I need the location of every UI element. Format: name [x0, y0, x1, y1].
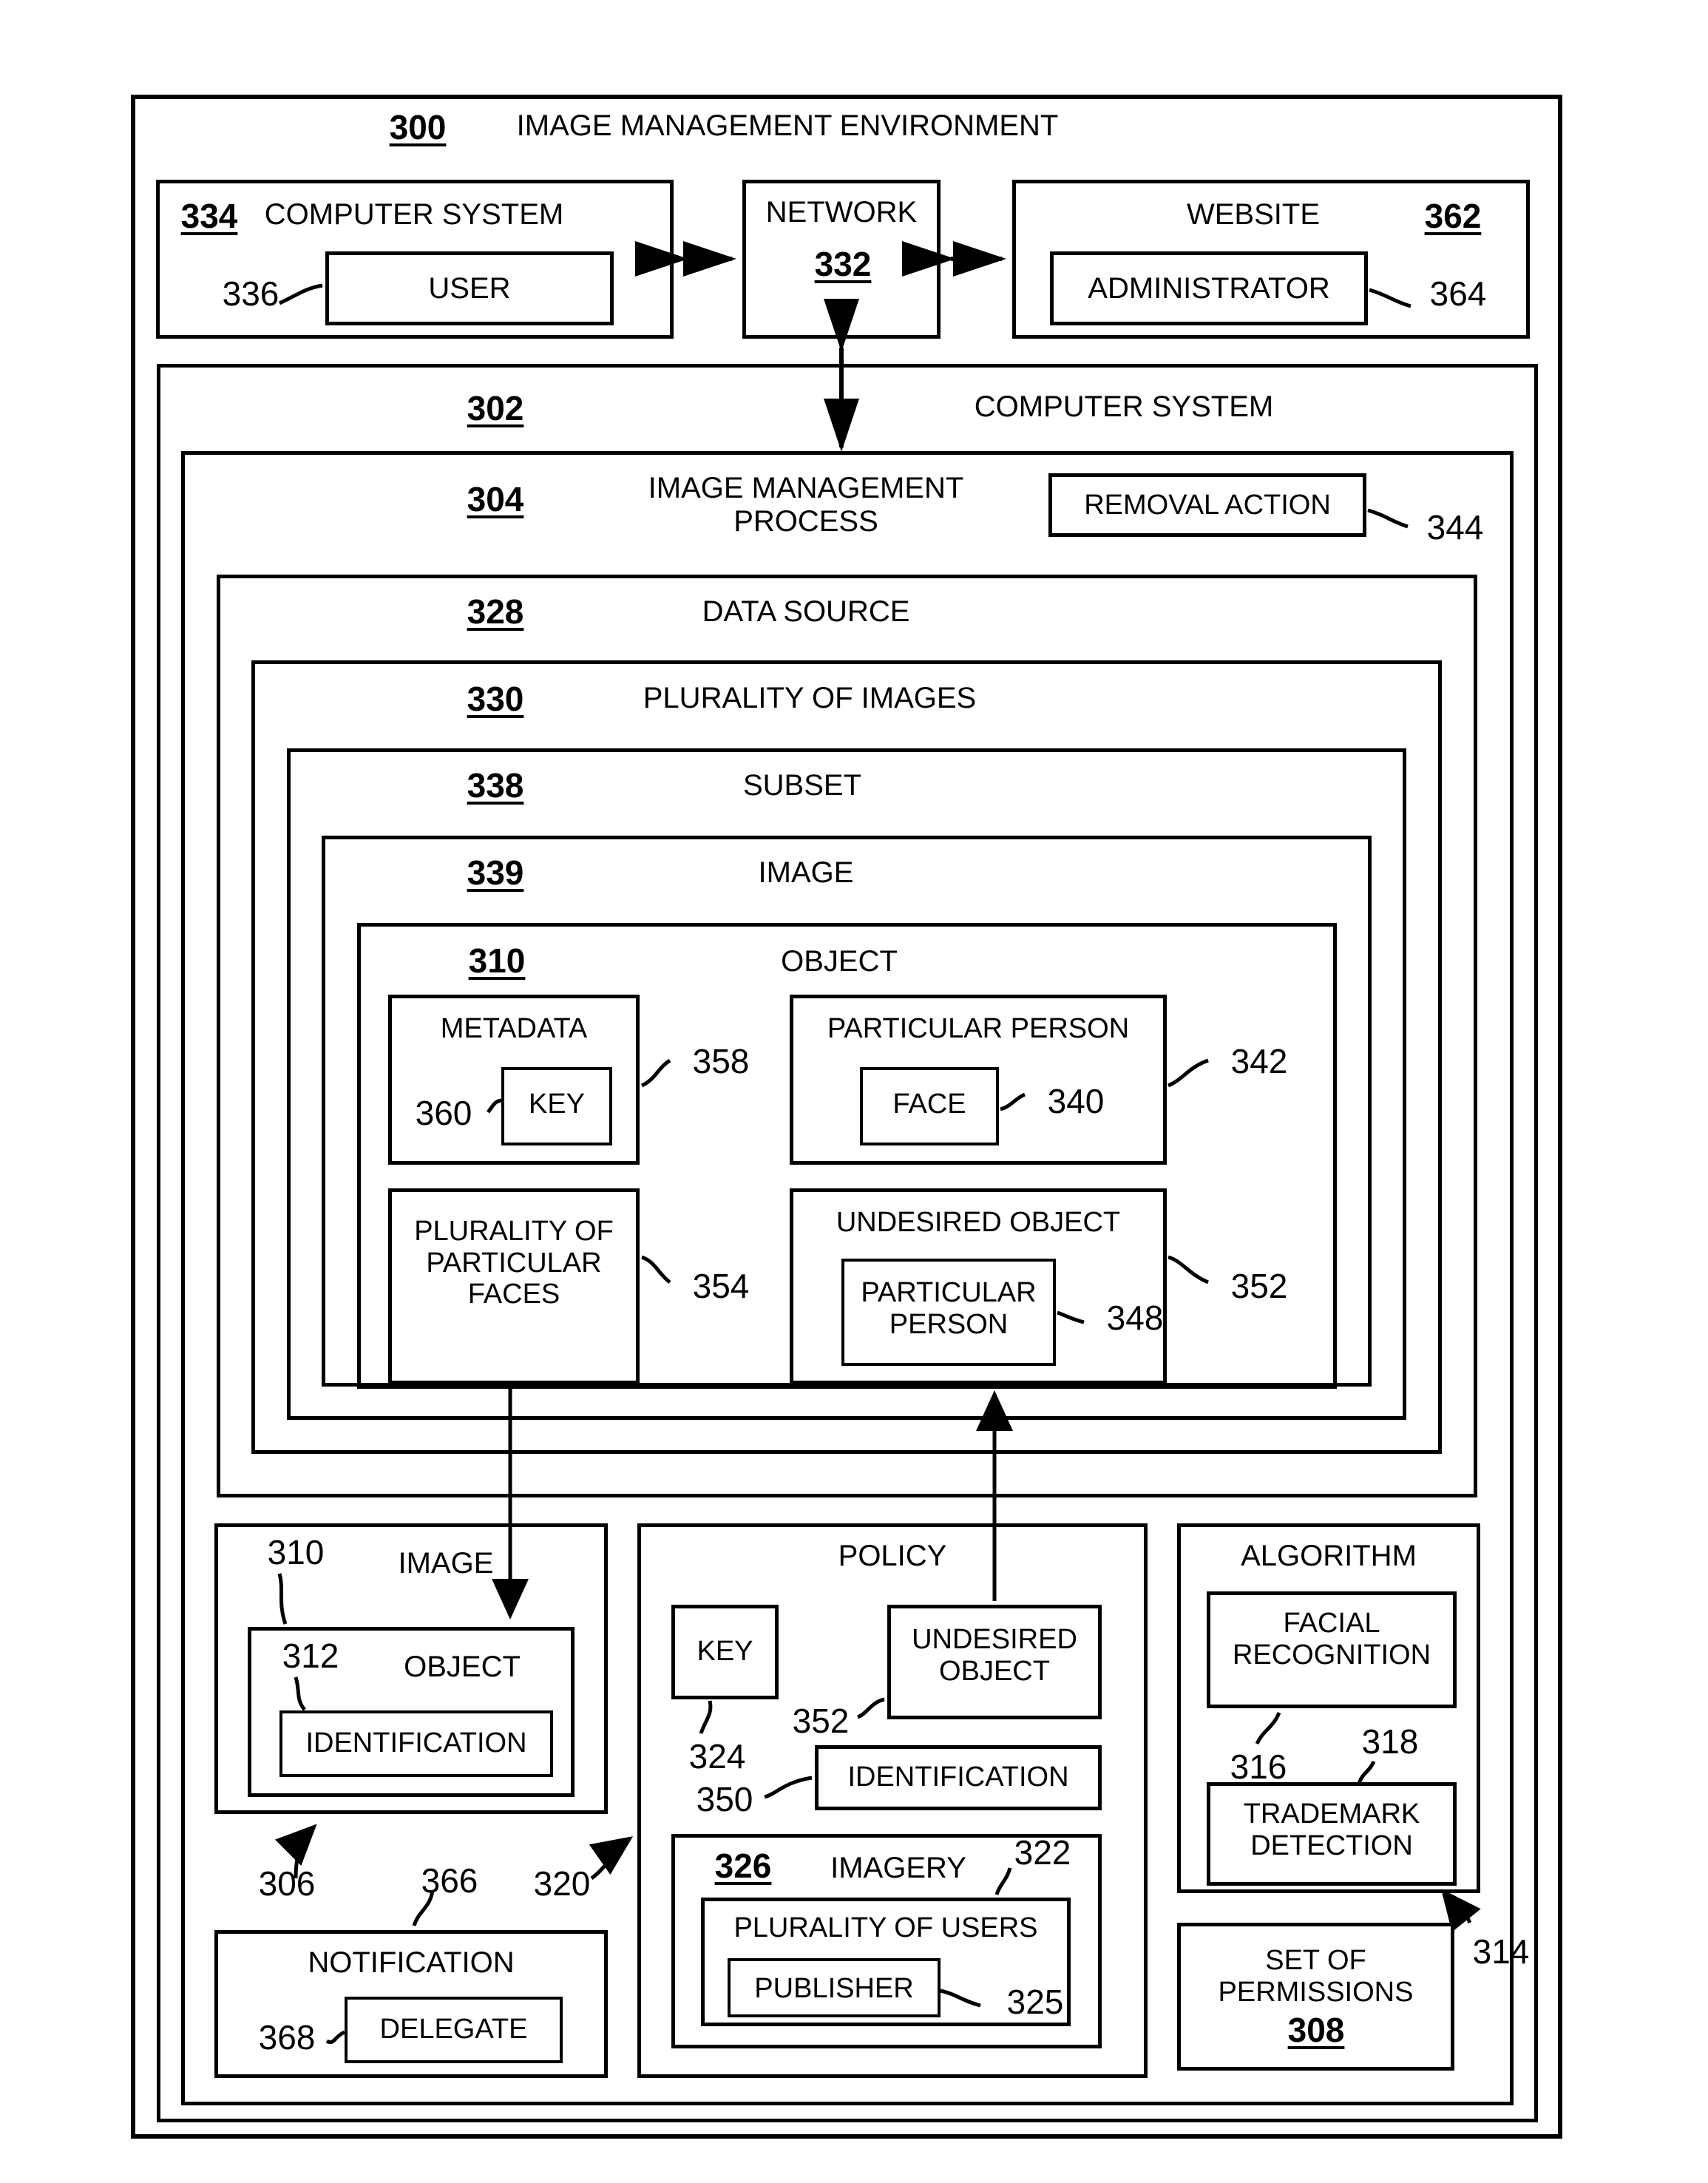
object-312-label: OBJECT — [404, 1651, 521, 1683]
ref-348: 348 — [1106, 1299, 1164, 1337]
ref-308: 308 — [1287, 2011, 1345, 2049]
key-360-label: KEY — [528, 1089, 586, 1120]
undesired-object-policy-label: UNDESIRED OBJECT — [912, 1624, 1077, 1687]
image-management-process-label: IMAGE MANAGEMENT PROCESS — [648, 472, 964, 538]
algorithm-label: ALGORITHM — [1241, 1540, 1417, 1572]
ref-312: 312 — [282, 1637, 339, 1675]
image-339-label: IMAGE — [758, 856, 854, 889]
facial-recognition-label: FACIAL RECOGNITION — [1232, 1608, 1431, 1671]
particular-person-342-label: PARTICULAR PERSON — [827, 1013, 1130, 1044]
trademark-detection-label: TRADEMARK DETECTION — [1243, 1798, 1420, 1861]
imagery-label: IMAGERY — [830, 1852, 966, 1884]
ref-302: 302 — [467, 389, 524, 427]
subset-label: SUBSET — [742, 769, 862, 802]
ref-344: 344 — [1426, 508, 1484, 546]
ref-306: 306 — [258, 1864, 316, 1903]
data-source-label: DATA SOURCE — [702, 595, 910, 628]
ref-352-policy: 352 — [792, 1702, 850, 1740]
figure-canvas: 300 IMAGE MANAGEMENT ENVIRONMENT 334 COM… — [0, 0, 1708, 2183]
identification-350-label: IDENTIFICATION — [847, 1761, 1069, 1793]
removal-action-label: REMOVAL ACTION — [1084, 490, 1331, 521]
ref-325: 325 — [1006, 1983, 1064, 2021]
key-324-label: KEY — [697, 1636, 753, 1667]
user-label: USER — [428, 272, 511, 305]
computer-system-334-label: COMPUTER SYSTEM — [264, 198, 564, 231]
ref-340: 340 — [1047, 1082, 1105, 1120]
plurality-of-users-label: PLURALITY OF USERS — [733, 1912, 1038, 1943]
ref-338: 338 — [467, 766, 524, 805]
ref-326: 326 — [714, 1847, 772, 1885]
figure-title: IMAGE MANAGEMENT ENVIRONMENT — [516, 109, 1059, 142]
ref-368: 368 — [258, 2018, 316, 2057]
plurality-of-particular-faces-label: PLURALITY OF PARTICULAR FACES — [414, 1216, 614, 1310]
ref-304: 304 — [467, 480, 524, 518]
object-310-label: OBJECT — [781, 945, 898, 978]
ref-366: 366 — [421, 1861, 478, 1900]
ref-318: 318 — [1361, 1722, 1419, 1761]
delegate-label: DELEGATE — [379, 2014, 528, 2045]
administrator-label: ADMINISTRATOR — [1088, 272, 1330, 305]
ref-362: 362 — [1424, 197, 1482, 235]
ref-314: 314 — [1472, 1932, 1530, 1971]
ref-364: 364 — [1429, 274, 1487, 313]
ref-358: 358 — [692, 1042, 750, 1080]
face-label: FACE — [892, 1089, 966, 1120]
ref-342: 342 — [1230, 1042, 1288, 1080]
set-of-permissions-label: SET OF PERMISSIONS — [1218, 1945, 1414, 2008]
particular-person-348-label: PARTICULAR PERSON — [861, 1277, 1037, 1340]
publisher-label: PUBLISHER — [754, 1973, 914, 2004]
ref-300: 300 — [389, 108, 447, 146]
ref-322: 322 — [1014, 1833, 1071, 1872]
network-label: NETWORK — [765, 196, 918, 229]
image-310-panel-label: IMAGE — [398, 1547, 494, 1580]
undesired-object-352-label: UNDESIRED OBJECT — [836, 1207, 1121, 1238]
ref-332: 332 — [814, 245, 872, 283]
ref-354: 354 — [692, 1267, 750, 1305]
ref-324: 324 — [688, 1737, 746, 1776]
ref-360: 360 — [415, 1094, 472, 1132]
identification-312-label: IDENTIFICATION — [305, 1727, 527, 1759]
plurality-of-images-label: PLURALITY OF IMAGES — [643, 682, 977, 714]
ref-328: 328 — [467, 592, 524, 631]
website-label: WEBSITE — [1186, 198, 1321, 231]
metadata-label: METADATA — [440, 1013, 588, 1044]
ref-336: 336 — [222, 274, 279, 313]
computer-system-302-label: COMPUTER SYSTEM — [974, 390, 1274, 423]
ref-316: 316 — [1230, 1747, 1287, 1786]
ref-330: 330 — [467, 680, 524, 718]
ref-350: 350 — [696, 1780, 753, 1818]
ref-339: 339 — [467, 853, 524, 892]
policy-label: POLICY — [838, 1540, 947, 1572]
ref-310-panel: 310 — [267, 1533, 325, 1571]
ref-310-object: 310 — [468, 941, 526, 980]
ref-320: 320 — [533, 1864, 591, 1903]
ref-334: 334 — [180, 197, 238, 235]
notification-label: NOTIFICATION — [308, 1946, 515, 1979]
ref-352-object: 352 — [1230, 1267, 1288, 1305]
